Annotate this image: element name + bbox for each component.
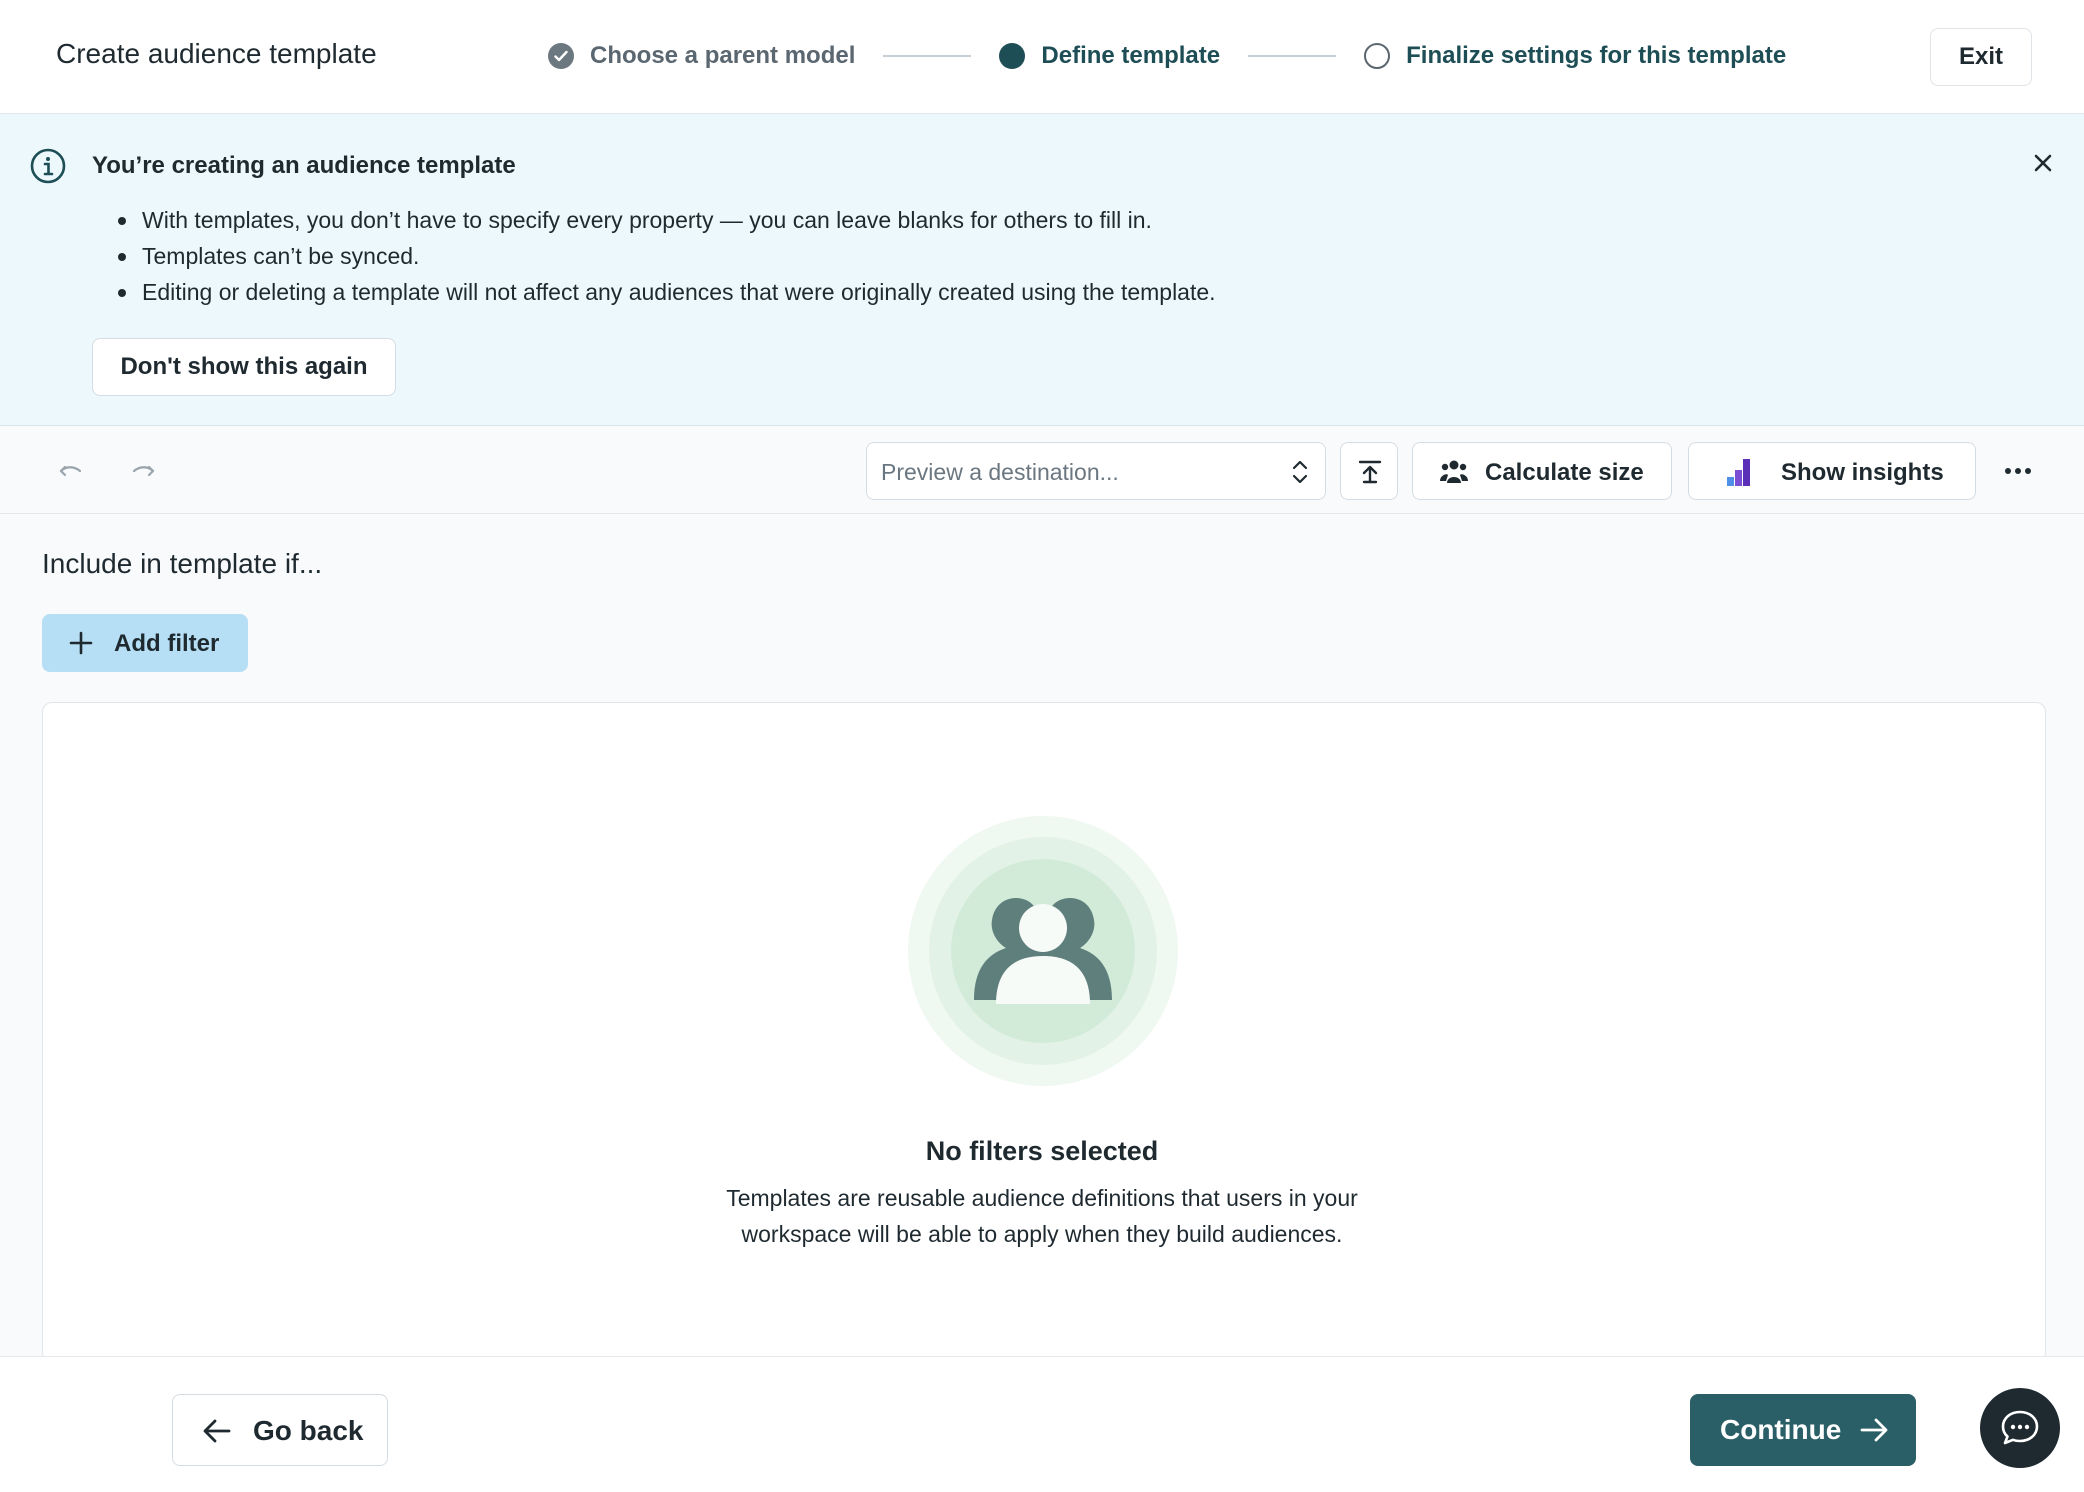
destination-select[interactable]: Preview a destination... [866,442,1326,500]
go-back-label: Go back [253,1415,364,1446]
redo-icon[interactable] [128,456,158,486]
step-finalize-settings[interactable]: Finalize settings for this template [1364,42,1786,70]
step-label: Finalize settings for this template [1406,42,1787,69]
banner-title: You’re creating an audience template [92,152,516,179]
empty-state-line: workspace will be able to apply when the… [741,1221,1343,1247]
chat-bubble-icon [2001,1410,2039,1445]
close-icon[interactable] [2028,148,2058,178]
section-title: Include in template if... [42,548,323,579]
step-define-template[interactable]: Define template [999,42,1220,70]
progress-stepper: Choose a parent model Define template Fi… [548,38,1786,74]
show-insights-button[interactable]: Show insights [1688,442,1976,500]
step-label: Choose a parent model [590,42,856,69]
plus-icon [69,631,93,655]
people-icon [1440,460,1468,483]
add-filter-button[interactable]: Add filter [42,614,248,672]
dont-show-again-button[interactable]: Don't show this again [92,338,396,396]
info-icon [30,148,66,184]
active-dot-icon [999,43,1026,69]
step-connector [883,55,972,57]
header-bar: Create audience template Choose a parent… [0,0,2084,114]
continue-button[interactable]: Continue [1690,1394,1916,1466]
upload-icon [1358,460,1382,484]
empty-circle-icon [1364,43,1391,69]
arrow-left-icon [203,1419,231,1443]
step-connector [1248,55,1337,57]
empty-state-description: Templates are reusable audience definiti… [0,1180,2084,1252]
undo-icon[interactable] [56,456,86,486]
add-filter-label: Add filter [114,630,220,657]
list-item: Templates can’t be synced. [118,238,1216,274]
banner-bullet-list: With templates, you don’t have to specif… [118,202,1216,310]
empty-state-line: Templates are reusable audience definiti… [726,1185,1358,1211]
check-circle-icon [548,43,574,69]
audience-illustration-icon [908,816,1178,1086]
more-icon[interactable] [1998,456,2038,486]
step-choose-parent-model[interactable]: Choose a parent model [548,42,855,70]
continue-label: Continue [1720,1414,1842,1445]
chevron-updown-icon [1292,460,1308,484]
export-button[interactable] [1340,442,1398,500]
show-insights-label: Show insights [1781,459,1944,486]
page-title: Create audience template [56,38,377,69]
calculate-size-button[interactable]: Calculate size [1412,442,1672,500]
list-item: Editing or deleting a template will not … [118,274,1216,310]
list-item: With templates, you don’t have to specif… [118,202,1216,238]
destination-placeholder: Preview a destination... [881,459,1119,485]
empty-state-title: No filters selected [925,1136,1159,1166]
step-label: Define template [1041,42,1221,69]
calculate-size-label: Calculate size [1485,459,1644,486]
chat-support-button[interactable] [1980,1388,2060,1468]
exit-button[interactable]: Exit [1930,28,2032,86]
arrow-right-icon [1860,1418,1888,1442]
bar-chart-icon [1727,459,1750,486]
go-back-button[interactable]: Go back [172,1394,388,1466]
